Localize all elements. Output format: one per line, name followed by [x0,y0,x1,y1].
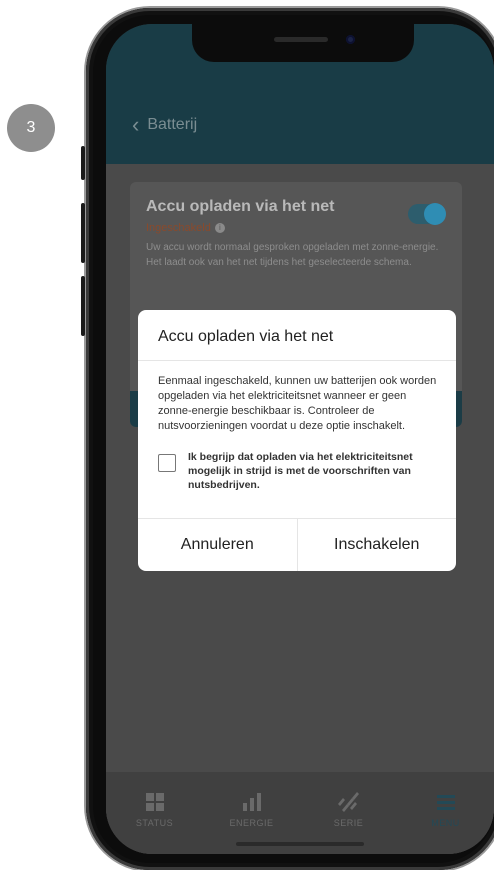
card-title: Accu opladen via het net [146,198,335,215]
dialog-actions: Annuleren Inschakelen [138,518,456,571]
consent-checkbox[interactable] [158,454,176,472]
dialog-message: Eenmaal ingeschakeld, kunnen uw batterij… [158,375,437,432]
home-indicator [236,842,364,846]
back-label: Batterij [147,116,198,133]
toggle-knob [424,203,446,225]
speaker [274,37,328,42]
bar-chart-icon [242,793,261,811]
app-screen: ‹ Batterij Accu opladen via het net Inge… [106,24,494,854]
tab-label: SERIE [333,818,364,828]
notch [192,24,414,62]
consent-label: Ik begrijp dat opladen via het elektrici… [188,451,413,491]
step-badge: 3 [7,104,55,152]
enable-button[interactable]: Inschakelen [296,519,457,571]
consent-row[interactable]: Ik begrijp dat opladen via het elektrici… [158,450,438,492]
tab-status[interactable]: STATUS [120,792,190,854]
divider [138,360,456,361]
volume-down-button [81,276,85,336]
menu-icon [436,795,455,810]
back-button[interactable]: ‹ Batterij [132,112,198,137]
tab-menu[interactable]: MENU [411,792,481,854]
card-description: Uw accu wordt normaal gesproken opgelade… [146,242,439,268]
confirm-dialog: Accu opladen via het net Eenmaal ingesch… [138,310,456,571]
series-icon [337,792,359,812]
chevron-left-icon: ‹ [132,112,140,137]
mute-switch [81,146,85,180]
status-label: Ingeschakeld i [146,222,225,234]
dialog-title: Accu opladen via het net [158,328,334,345]
info-icon[interactable]: i [214,223,225,234]
camera-icon [346,35,355,44]
tab-label: MENU [431,818,460,828]
tab-label: STATUS [135,818,174,828]
grid-icon [145,793,164,811]
status-text: Ingeschakeld [146,222,211,234]
tab-label: ENERGIE [229,818,274,828]
cancel-button[interactable]: Annuleren [138,519,297,571]
grid-charging-toggle[interactable] [408,203,446,225]
volume-up-button [81,203,85,263]
